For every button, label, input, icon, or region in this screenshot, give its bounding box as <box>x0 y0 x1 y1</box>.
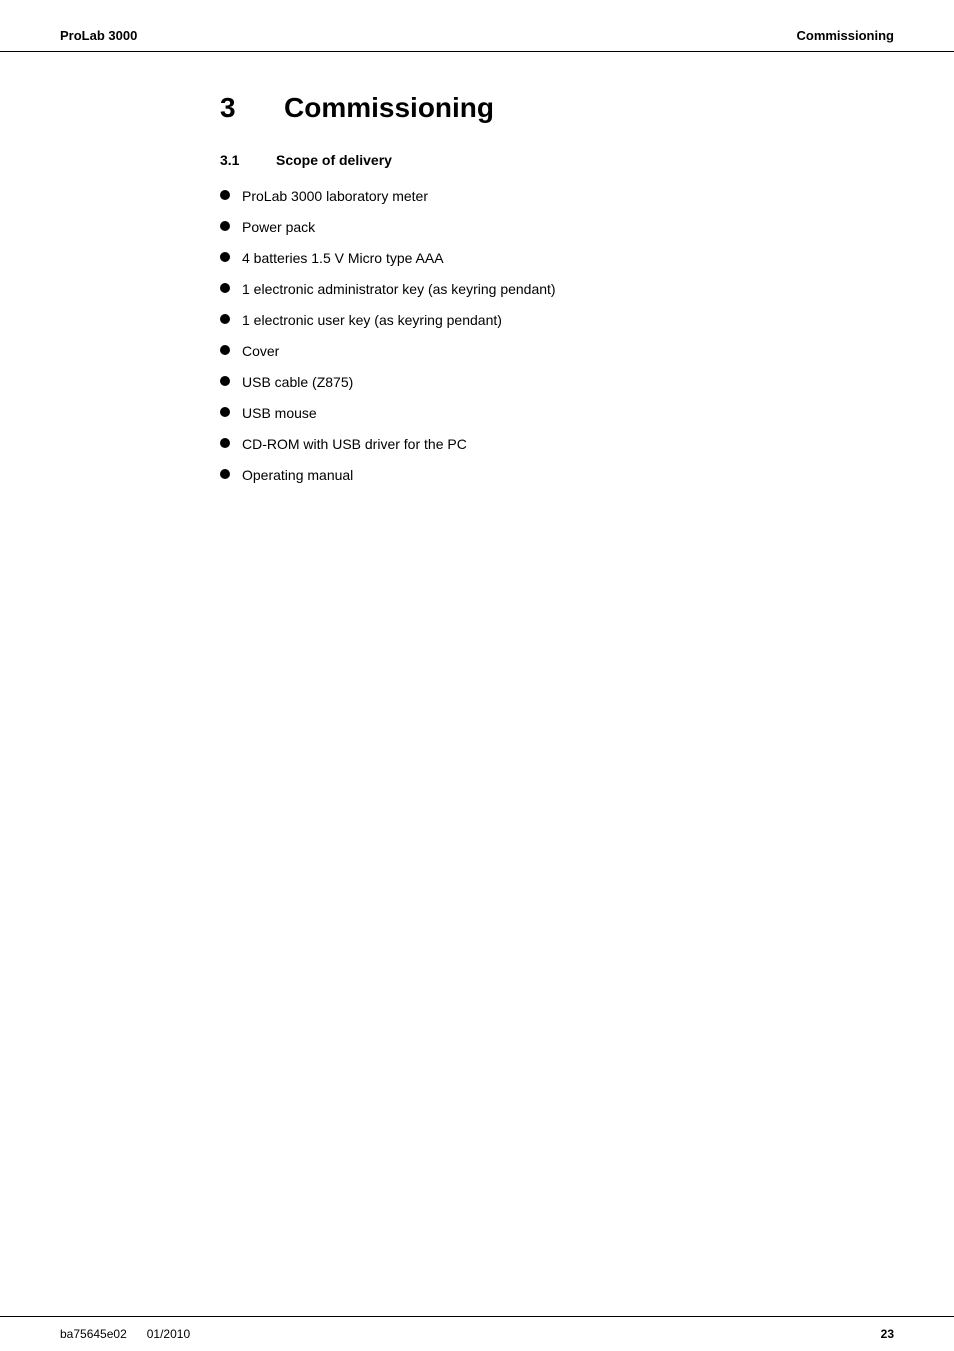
list-item: ProLab 3000 laboratory meter <box>220 186 894 207</box>
list-item-text: Power pack <box>242 217 315 238</box>
bullet-dot-icon <box>220 252 230 262</box>
list-item: Power pack <box>220 217 894 238</box>
list-item: Operating manual <box>220 465 894 486</box>
list-item: 1 electronic administrator key (as keyri… <box>220 279 894 300</box>
bullet-dot-icon <box>220 283 230 293</box>
bullet-dot-icon <box>220 345 230 355</box>
section-number: 3.1 <box>220 152 260 168</box>
list-item-text: Cover <box>242 341 279 362</box>
bullet-dot-icon <box>220 469 230 479</box>
list-item-text: USB cable (Z875) <box>242 372 353 393</box>
footer-left: ba75645e02 01/2010 <box>60 1327 190 1341</box>
page-header: ProLab 3000 Commissioning <box>0 0 954 52</box>
footer-page-number: 23 <box>881 1327 894 1341</box>
section-title: Scope of delivery <box>276 152 392 168</box>
page-footer: ba75645e02 01/2010 23 <box>0 1316 954 1351</box>
main-content: 3 Commissioning 3.1 Scope of delivery Pr… <box>0 52 954 1316</box>
chapter-number: 3 <box>220 92 260 124</box>
footer-date: 01/2010 <box>147 1327 190 1341</box>
header-right-text: Commissioning <box>796 28 894 43</box>
section-heading: 3.1 Scope of delivery <box>220 152 894 168</box>
bullet-dot-icon <box>220 314 230 324</box>
list-item: Cover <box>220 341 894 362</box>
bullet-dot-icon <box>220 190 230 200</box>
chapter-title: Commissioning <box>284 92 494 124</box>
list-item-text: ProLab 3000 laboratory meter <box>242 186 428 207</box>
page: ProLab 3000 Commissioning 3 Commissionin… <box>0 0 954 1351</box>
bullet-dot-icon <box>220 376 230 386</box>
list-item: 1 electronic user key (as keyring pendan… <box>220 310 894 331</box>
bullet-dot-icon <box>220 438 230 448</box>
list-item-text: 1 electronic administrator key (as keyri… <box>242 279 556 300</box>
chapter-heading: 3 Commissioning <box>220 92 894 124</box>
list-item-text: 4 batteries 1.5 V Micro type AAA <box>242 248 444 269</box>
footer-doc-number: ba75645e02 <box>60 1327 127 1341</box>
header-left-text: ProLab 3000 <box>60 28 137 43</box>
delivery-list: ProLab 3000 laboratory meter Power pack 4 … <box>220 186 894 486</box>
bullet-dot-icon <box>220 221 230 231</box>
list-item: 4 batteries 1.5 V Micro type AAA <box>220 248 894 269</box>
bullet-dot-icon <box>220 407 230 417</box>
list-item-text: Operating manual <box>242 465 353 486</box>
list-item-text: CD-ROM with USB driver for the PC <box>242 434 467 455</box>
list-item-text: 1 electronic user key (as keyring pendan… <box>242 310 502 331</box>
list-item: USB mouse <box>220 403 894 424</box>
list-item: USB cable (Z875) <box>220 372 894 393</box>
list-item: CD-ROM with USB driver for the PC <box>220 434 894 455</box>
list-item-text: USB mouse <box>242 403 317 424</box>
